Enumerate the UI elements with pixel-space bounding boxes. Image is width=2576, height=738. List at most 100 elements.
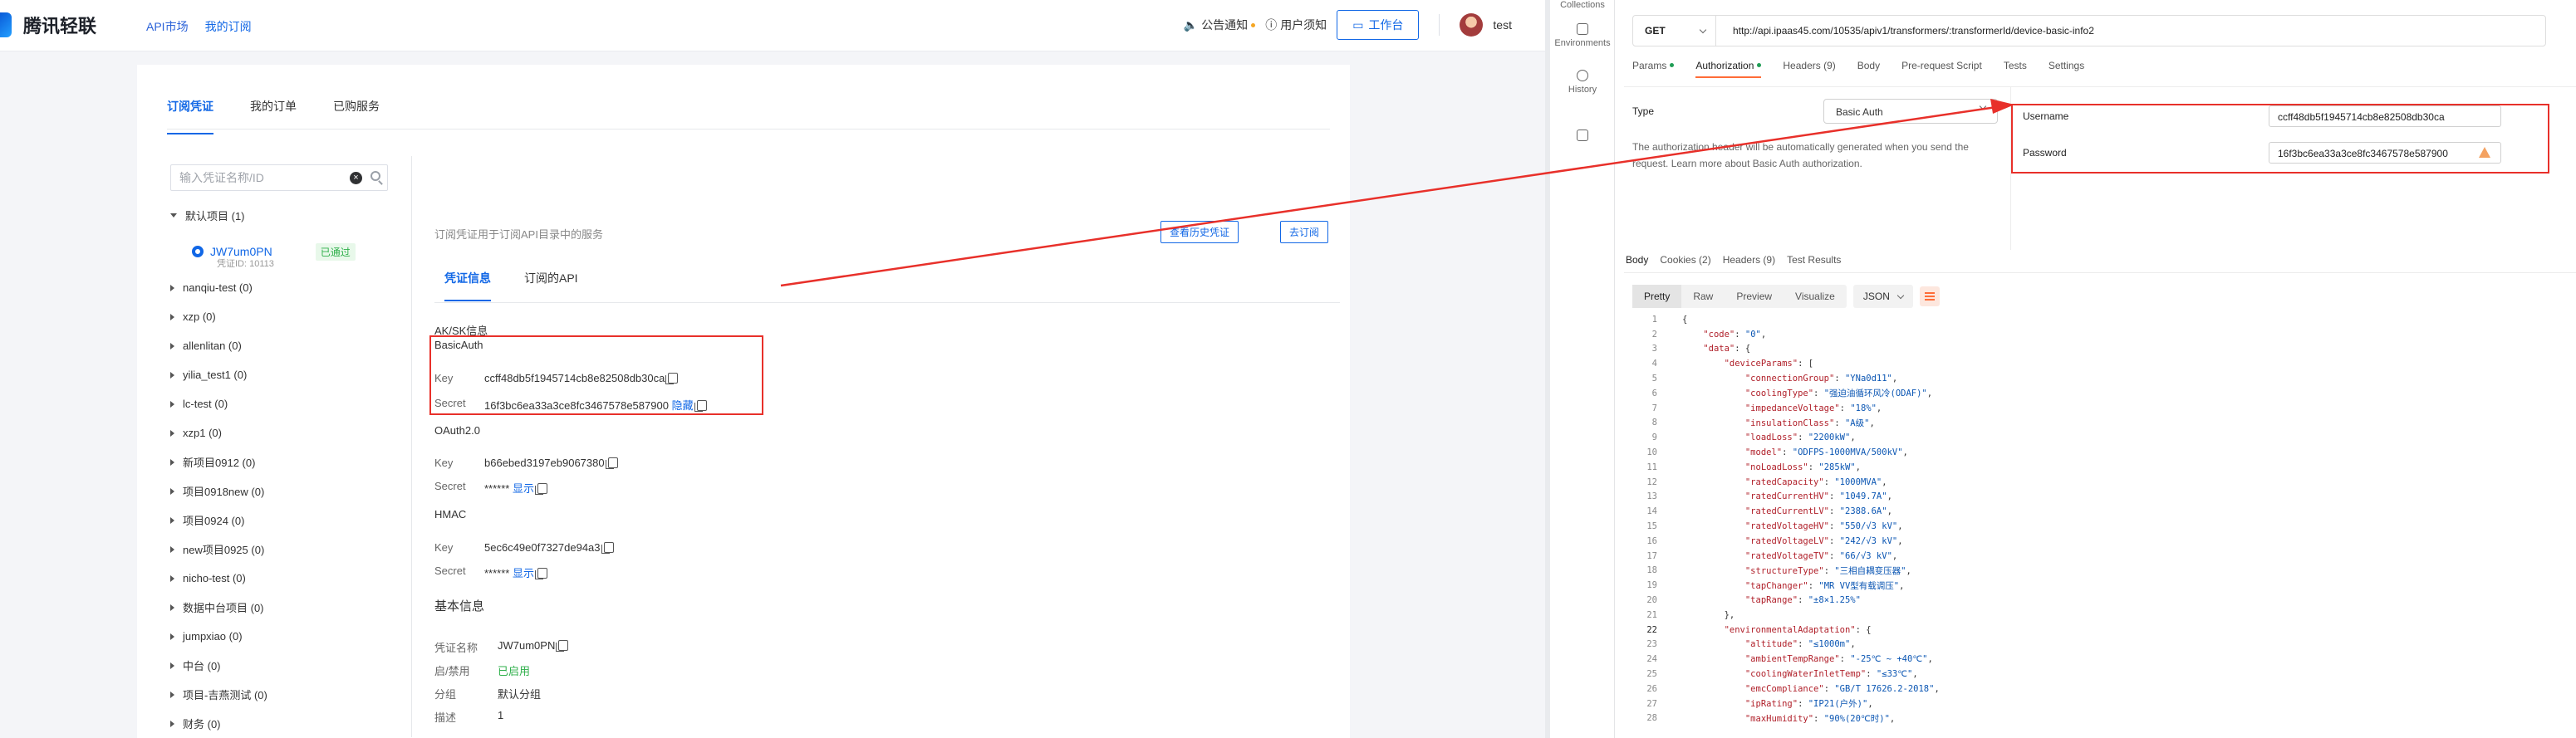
brand-logo[interactable]: 腾讯轻联	[0, 12, 96, 38]
tab-headers[interactable]: Headers (9)	[1783, 60, 1835, 78]
tab-tests[interactable]: Tests	[2004, 60, 2027, 78]
tree-item[interactable]: 财务 (0)	[170, 709, 386, 738]
caret-right-icon[interactable]	[170, 633, 174, 640]
tab-response-body[interactable]: Body	[1626, 254, 1648, 266]
tab-authorization[interactable]: Authorization	[1695, 60, 1762, 78]
help-link[interactable]: ⓘ 用户须知	[1265, 17, 1327, 33]
line-number: 9	[1651, 433, 1657, 443]
tree-item[interactable]: xzp (0)	[170, 302, 386, 331]
caret-right-icon[interactable]	[170, 604, 174, 611]
rail-collections[interactable]: Collections	[1550, 0, 1615, 10]
clear-icon[interactable]: ×	[350, 172, 362, 184]
tab-body[interactable]: Body	[1857, 60, 1880, 78]
code-line: 2 "code": "0",	[1624, 327, 2576, 342]
tab-settings[interactable]: Settings	[2049, 60, 2084, 78]
tree-item[interactable]: yilia_test1 (0)	[170, 360, 386, 389]
username[interactable]: test	[1493, 18, 1512, 32]
code-text: "impedanceVoltage": "18%",	[1744, 403, 1882, 413]
workbench-button[interactable]: ▭ 工作台	[1337, 10, 1420, 40]
code-line: 23 "altitude": "≤1000m",	[1624, 638, 2576, 652]
tree-item[interactable]: 数据中台项目 (0)	[170, 593, 386, 622]
tab-params[interactable]: Params	[1632, 60, 1675, 78]
tree-item[interactable]: lc-test (0)	[170, 389, 386, 418]
format-select[interactable]: JSON	[1852, 285, 1913, 308]
tree-item[interactable]: new项目0925 (0)	[170, 535, 386, 564]
tree-divider	[411, 156, 412, 737]
nav-my-subscriptions[interactable]: 我的订阅	[205, 18, 252, 35]
caret-right-icon[interactable]	[170, 545, 174, 553]
hmac-secret-label: Secret	[434, 564, 466, 577]
tab-credential-info[interactable]: 凭证信息	[444, 270, 491, 301]
tree-child-credential[interactable]: JW7um0PN 已通过 凭证ID: 10113	[170, 230, 386, 273]
code-text: "code": "0",	[1703, 329, 1767, 340]
tab-subscribed-apis[interactable]: 订阅的API	[524, 270, 578, 301]
caret-right-icon[interactable]	[170, 487, 174, 495]
tree-item[interactable]: 项目0924 (0)	[170, 506, 386, 535]
caret-down-icon[interactable]	[170, 213, 177, 217]
copy-icon[interactable]	[535, 568, 547, 579]
hmac-title: HMAC	[434, 508, 467, 521]
caret-right-icon[interactable]	[170, 720, 174, 727]
auth-type-select[interactable]: Basic Auth	[1823, 99, 1998, 124]
caret-right-icon[interactable]	[170, 313, 174, 320]
notice-link[interactable]: 🔈 公告通知	[1184, 17, 1256, 33]
tree-item-label: yilia_test1 (0)	[183, 369, 248, 381]
tree-item-default[interactable]: 默认项目 (1)	[170, 201, 386, 230]
search-icon[interactable]	[370, 171, 380, 181]
copy-icon[interactable]	[605, 457, 618, 469]
subscribe-button[interactable]: 去订阅	[1280, 221, 1329, 243]
name-label: 凭证名称	[434, 642, 478, 654]
caret-right-icon[interactable]	[170, 458, 174, 466]
copy-icon[interactable]	[535, 483, 547, 495]
nav-api-market[interactable]: API市场	[146, 18, 189, 35]
rail-apps[interactable]	[1550, 130, 1615, 144]
rail-history[interactable]: History	[1550, 70, 1615, 95]
url-input[interactable]: http://api.ipaas45.com/10535/apiv1/trans…	[1716, 25, 2094, 37]
tree-item[interactable]: 项目-吉燕测试 (0)	[170, 680, 386, 709]
caret-right-icon[interactable]	[170, 284, 174, 291]
code-line: 20 "tapRange": "±8×1.25%"	[1624, 593, 2576, 608]
view-visualize[interactable]: Visualize	[1784, 285, 1847, 308]
history-credentials-button[interactable]: 查看历史凭证	[1160, 221, 1239, 243]
tree-item-label: xzp (0)	[183, 310, 216, 323]
rail-label: Environments	[1554, 38, 1611, 48]
caret-right-icon[interactable]	[170, 342, 174, 349]
tree-item[interactable]: 中台 (0)	[170, 651, 386, 680]
caret-right-icon[interactable]	[170, 429, 174, 437]
code-text: "ratedCapacity": "1000MVA",	[1744, 477, 1887, 487]
caret-right-icon[interactable]	[170, 662, 174, 669]
caret-right-icon[interactable]	[170, 574, 174, 582]
caret-right-icon[interactable]	[170, 691, 174, 698]
tree-item[interactable]: nanqiu-test (0)	[170, 273, 386, 302]
caret-right-icon[interactable]	[170, 516, 174, 524]
show-secret-link[interactable]: 显示	[513, 567, 534, 579]
show-secret-link[interactable]: 显示	[513, 482, 534, 495]
caret-right-icon[interactable]	[170, 371, 174, 379]
tree-item[interactable]: xzp1 (0)	[170, 418, 386, 447]
line-number: 12	[1646, 477, 1657, 487]
tree-item[interactable]: nicho-test (0)	[170, 564, 386, 593]
tab-cookies[interactable]: Cookies (2)	[1660, 254, 1710, 266]
method-select[interactable]: GET	[1633, 16, 1716, 46]
tab-response-headers[interactable]: Headers (9)	[1723, 254, 1775, 266]
rail-environments[interactable]: Environments	[1550, 23, 1615, 48]
view-raw[interactable]: Raw	[1681, 285, 1725, 308]
tab-pre-request-script[interactable]: Pre-request Script	[1901, 60, 1982, 78]
avatar[interactable]	[1460, 13, 1484, 37]
caret-right-icon[interactable]	[170, 400, 174, 408]
line-number: 4	[1651, 359, 1657, 369]
tree-item[interactable]: 项目0918new (0)	[170, 477, 386, 506]
copy-icon[interactable]	[556, 640, 569, 652]
view-preview[interactable]: Preview	[1725, 285, 1784, 308]
tree-item[interactable]: 新项目0912 (0)	[170, 447, 386, 477]
wrap-lines-icon[interactable]	[1919, 286, 1940, 306]
tab-test-results[interactable]: Test Results	[1787, 254, 1841, 266]
tree-item[interactable]: allenlitan (0)	[170, 331, 386, 360]
tree-item[interactable]: jumpxiao (0)	[170, 622, 386, 651]
tab-label: Authorization	[1695, 60, 1754, 71]
copy-icon[interactable]	[601, 542, 614, 554]
search-input[interactable]	[171, 165, 337, 190]
indicator-dot-icon	[1757, 63, 1762, 67]
code-text: "connectionGroup": "YNa0d11",	[1744, 374, 1898, 384]
view-pretty[interactable]: Pretty	[1632, 285, 1682, 308]
